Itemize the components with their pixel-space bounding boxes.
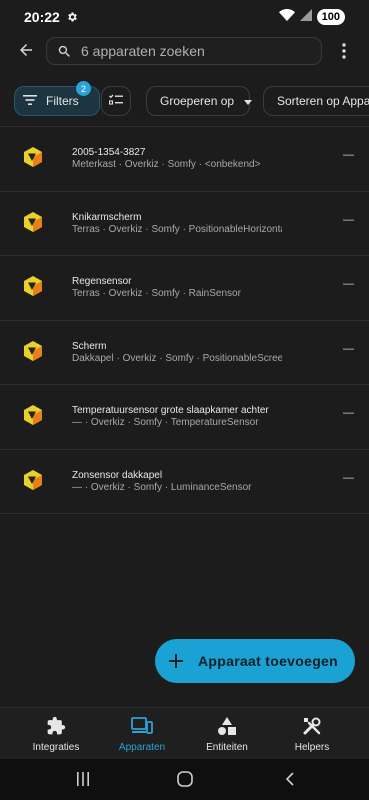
search-input[interactable] xyxy=(81,38,311,64)
sort-by-dropdown[interactable]: Sorteren op Apparaat xyxy=(263,86,369,116)
add-device-button[interactable]: Apparaat toevoegen xyxy=(155,639,355,683)
nav-item-integraties[interactable]: Integraties xyxy=(10,708,102,760)
device-subtitle: Terras · Overkiz · Somfy · RainSensor xyxy=(72,288,241,299)
somfy-logo-icon xyxy=(22,340,44,362)
device-subtitle: Meterkast · Overkiz · Somfy · <onbekend> xyxy=(72,159,261,170)
selection-mode-button[interactable] xyxy=(101,86,131,116)
group-by-dropdown[interactable]: Groeperen op xyxy=(146,86,253,116)
device-name: Knikarmscherm xyxy=(72,211,142,223)
somfy-logo-icon xyxy=(22,404,44,426)
nav-item-apparaten[interactable]: Apparaten xyxy=(96,708,188,760)
nav-item-helpers[interactable]: Helpers xyxy=(266,708,358,760)
plus-icon xyxy=(168,653,184,669)
recent-apps-button[interactable] xyxy=(74,769,92,789)
filters-button[interactable]: Filters 2 xyxy=(14,81,100,116)
status-bar: 20:22 100 xyxy=(0,0,369,34)
group-by-label: Groeperen op xyxy=(160,94,235,108)
signal-icon xyxy=(299,8,312,26)
wifi-icon xyxy=(278,8,295,26)
chevron-left-icon xyxy=(285,772,294,786)
device-row[interactable]: Zonsensor dakkapel — · Overkiz · Somfy ·… xyxy=(0,450,369,514)
device-name: Zonsensor dakkapel xyxy=(72,469,163,481)
device-value: — xyxy=(343,213,354,226)
bottom-navigation: Integraties Apparaten Entiteiten Helpers xyxy=(0,707,369,759)
add-device-label: Apparaat toevoegen xyxy=(198,653,338,669)
checklist-icon xyxy=(108,94,123,109)
filter-list-icon xyxy=(23,94,37,108)
device-value: — xyxy=(343,149,354,161)
device-subtitle: — · Overkiz · Somfy · TemperatureSensor xyxy=(72,417,259,428)
device-name: 2005-1354-3827 xyxy=(72,147,146,158)
search-icon xyxy=(57,44,72,64)
device-value: — xyxy=(343,342,354,355)
battery-indicator: 100 xyxy=(316,9,345,25)
device-name: Regensensor xyxy=(72,276,132,287)
somfy-logo-icon xyxy=(22,211,44,233)
more-options-button[interactable] xyxy=(336,39,352,63)
device-subtitle: Terras · Overkiz · Somfy · PositionableH… xyxy=(72,223,282,235)
device-value: — xyxy=(343,278,354,290)
settings-gear-icon xyxy=(66,10,78,28)
nav-label: Entiteiten xyxy=(206,742,248,753)
more-vert-icon xyxy=(342,43,346,59)
recent-apps-icon xyxy=(77,772,89,786)
sort-by-label: Sorteren op Apparaat xyxy=(277,94,369,108)
devices-icon xyxy=(131,716,153,736)
nav-label: Integraties xyxy=(32,742,80,753)
device-value: — xyxy=(343,407,354,419)
device-subtitle: Dakkapel · Overkiz · Somfy · Positionabl… xyxy=(72,352,282,364)
status-time: 20:22 xyxy=(24,9,60,25)
nav-item-entiteiten[interactable]: Entiteiten xyxy=(181,708,273,760)
shapes-icon xyxy=(217,716,237,736)
filters-label: Filters xyxy=(46,94,79,108)
home-button[interactable] xyxy=(175,769,195,789)
nav-label: Helpers xyxy=(294,742,330,753)
device-value: — xyxy=(343,471,354,484)
puzzle-icon xyxy=(46,716,66,736)
device-name: Scherm xyxy=(72,340,107,352)
home-circle-icon xyxy=(177,771,193,787)
device-row[interactable]: Knikarmscherm Terras · Overkiz · Somfy ·… xyxy=(0,192,369,256)
device-list: 2005-1354-3827 Meterkast · Overkiz · Som… xyxy=(0,127,369,514)
app-header xyxy=(0,34,369,68)
search-box[interactable] xyxy=(46,37,322,65)
system-navigation-bar xyxy=(0,759,369,800)
tools-icon xyxy=(302,716,322,736)
somfy-logo-icon xyxy=(22,469,44,491)
filter-toolbar: Filters 2 Groeperen op Sorteren op Appar… xyxy=(0,76,369,126)
arrow-left-icon xyxy=(20,44,32,56)
somfy-logo-icon xyxy=(22,275,44,297)
device-subtitle: — · Overkiz · Somfy · LuminanceSensor xyxy=(72,481,252,493)
device-row[interactable]: 2005-1354-3827 Meterkast · Overkiz · Som… xyxy=(0,127,369,192)
filters-count-badge: 2 xyxy=(76,81,91,96)
device-row[interactable]: Temperatuursensor grote slaapkamer achte… xyxy=(0,385,369,450)
system-back-button[interactable] xyxy=(282,769,298,789)
device-row[interactable]: Regensensor Terras · Overkiz · Somfy · R… xyxy=(0,256,369,321)
device-name: Temperatuursensor grote slaapkamer achte… xyxy=(72,405,269,416)
device-row[interactable]: Scherm Dakkapel · Overkiz · Somfy · Posi… xyxy=(0,321,369,385)
nav-label: Apparaten xyxy=(118,742,166,753)
back-button[interactable] xyxy=(14,38,38,62)
caret-down-icon xyxy=(244,94,253,108)
somfy-logo-icon xyxy=(22,146,44,168)
